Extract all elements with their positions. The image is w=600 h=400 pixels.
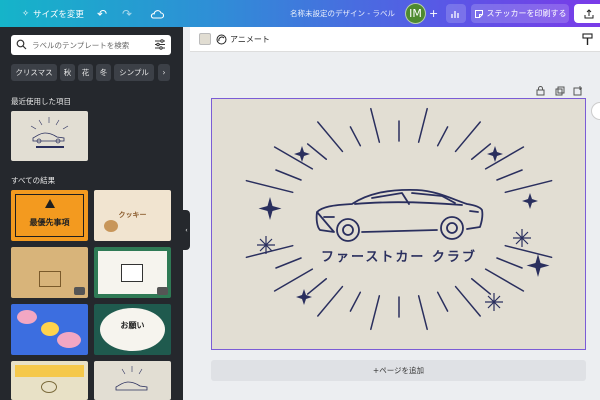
- upload-icon: [584, 8, 594, 18]
- animate-label: アニメート: [230, 35, 270, 44]
- print-stickers-button[interactable]: ステッカーを印刷する: [471, 4, 569, 23]
- design-canvas[interactable]: ファーストカー クラブ: [211, 98, 586, 350]
- design-title-text[interactable]: ファーストカー クラブ: [321, 249, 477, 265]
- undo-icon[interactable]: ↶: [97, 0, 107, 27]
- template-panel: ラベルのテンプレートを検索 クリスマス 秋 花 冬 シンプル › 最近使用した項…: [0, 27, 183, 400]
- add-collaborator-button[interactable]: +: [429, 0, 438, 27]
- share-button[interactable]: [574, 4, 600, 23]
- sunburst-ray: [370, 107, 381, 143]
- chip-flower[interactable]: 花: [78, 64, 93, 81]
- asterisk-sparkles: [257, 229, 531, 311]
- sunburst-ray: [436, 291, 449, 312]
- sunburst-ray: [245, 244, 294, 259]
- animate-icon: [216, 34, 227, 45]
- sunburst-ray: [436, 126, 449, 147]
- search-icon: [16, 39, 27, 50]
- template-thumb[interactable]: お願い: [94, 304, 171, 355]
- template-thumb[interactable]: クッキー: [94, 190, 171, 241]
- insights-button[interactable]: [446, 4, 466, 23]
- car-illustration: [315, 188, 484, 242]
- chip-winter[interactable]: 冬: [96, 64, 111, 81]
- animate-button[interactable]: アニメート: [216, 32, 270, 47]
- category-chips: クリスマス 秋 花 冬 シンプル ›: [11, 64, 183, 81]
- sunburst-ray: [470, 278, 492, 295]
- avatar[interactable]: IM: [405, 3, 426, 24]
- template-thumb[interactable]: [94, 247, 171, 298]
- template-thumb[interactable]: [11, 247, 88, 298]
- sunburst-ray: [349, 126, 362, 147]
- sunburst-ray: [306, 278, 328, 295]
- recent-section-title: 最近使用した項目: [11, 97, 71, 106]
- sunburst-ray: [417, 107, 428, 143]
- recent-template-thumb[interactable]: [11, 111, 88, 161]
- filter-icon[interactable]: [154, 39, 166, 50]
- sunburst-ray: [273, 268, 314, 292]
- premium-badge-icon: [157, 287, 168, 295]
- sunburst-ray: [484, 268, 525, 292]
- bicycle-icon: [41, 381, 57, 393]
- format-painter-icon[interactable]: [582, 33, 593, 46]
- sunburst-ray: [245, 179, 294, 194]
- template-thumb-text: クッキー: [118, 211, 147, 219]
- print-stickers-label: ステッカーを印刷する: [486, 9, 567, 18]
- collapse-panel-button[interactable]: ‹: [183, 210, 190, 250]
- chips-next-icon[interactable]: ›: [158, 64, 170, 81]
- sunburst-ray: [306, 143, 328, 160]
- template-thumb[interactable]: [11, 361, 88, 400]
- template-thumb-text: 最優先事項: [29, 218, 70, 227]
- edit-toolbar: アニメート: [190, 27, 600, 52]
- sunburst-ray: [349, 291, 362, 312]
- chip-christmas[interactable]: クリスマス: [11, 64, 57, 81]
- chip-autumn[interactable]: 秋: [60, 64, 75, 81]
- premium-badge-icon: [74, 287, 85, 295]
- sunburst-ray: [370, 295, 381, 331]
- sunburst-rays: [245, 107, 553, 331]
- warning-icon: [45, 199, 55, 208]
- zoom-button[interactable]: [591, 102, 600, 120]
- lock-icon[interactable]: [536, 86, 545, 96]
- template-thumb[interactable]: 最優先事項: [11, 190, 88, 241]
- template-thumb[interactable]: [11, 304, 88, 355]
- background-color-swatch[interactable]: [199, 33, 211, 45]
- template-thumb[interactable]: [94, 361, 171, 400]
- bar-chart-icon: [451, 10, 459, 18]
- resize-label: サイズを変更: [33, 9, 84, 20]
- sunburst-ray: [273, 146, 314, 170]
- sunburst-ray: [317, 121, 344, 153]
- template-thumb-text: お願い: [120, 321, 145, 330]
- all-results-title: すべての結果: [11, 176, 56, 185]
- sunburst-ray: [484, 146, 525, 170]
- search-placeholder: ラベルのテンプレートを検索: [32, 41, 130, 50]
- sunburst-ray: [454, 121, 481, 153]
- cookie-icon: [104, 220, 118, 232]
- sticker-icon: [474, 9, 483, 18]
- menu-edge[interactable]: [0, 0, 10, 27]
- redo-icon[interactable]: ↷: [122, 0, 132, 27]
- template-search-input[interactable]: ラベルのテンプレートを検索: [11, 35, 171, 55]
- sunburst-ray: [417, 295, 428, 331]
- resize-icon: ✧: [22, 8, 30, 19]
- car-club-design: ファーストカー クラブ: [245, 107, 553, 331]
- car-club-thumbnail: [115, 366, 148, 391]
- document-title[interactable]: 名称未設定のデザイン - ラベル: [290, 0, 395, 27]
- sunburst-ray: [275, 257, 302, 269]
- cloud-save-icon[interactable]: [150, 0, 164, 27]
- sunburst-ray: [504, 179, 553, 194]
- resize-button[interactable]: ✧ サイズを変更: [22, 0, 84, 27]
- chip-simple[interactable]: シンプル: [114, 64, 154, 81]
- sunburst-ray: [317, 285, 344, 317]
- sunburst-ray: [496, 169, 523, 181]
- duplicate-icon[interactable]: [555, 86, 565, 96]
- sunburst-ray: [454, 285, 481, 317]
- car-club-thumbnail: [30, 117, 69, 148]
- add-page-icon[interactable]: [573, 86, 583, 96]
- box-illustration-icon: [121, 264, 143, 282]
- top-toolbar: ✧ サイズを変更 ↶ ↷ 名称未設定のデザイン - ラベル IM + ステッカー…: [0, 0, 600, 27]
- sunburst-ray: [504, 244, 553, 259]
- add-page-button[interactable]: +ページを追加: [211, 360, 586, 381]
- sunburst-ray: [275, 169, 302, 181]
- sunburst-ray: [496, 257, 523, 269]
- sunburst-ray: [470, 143, 492, 160]
